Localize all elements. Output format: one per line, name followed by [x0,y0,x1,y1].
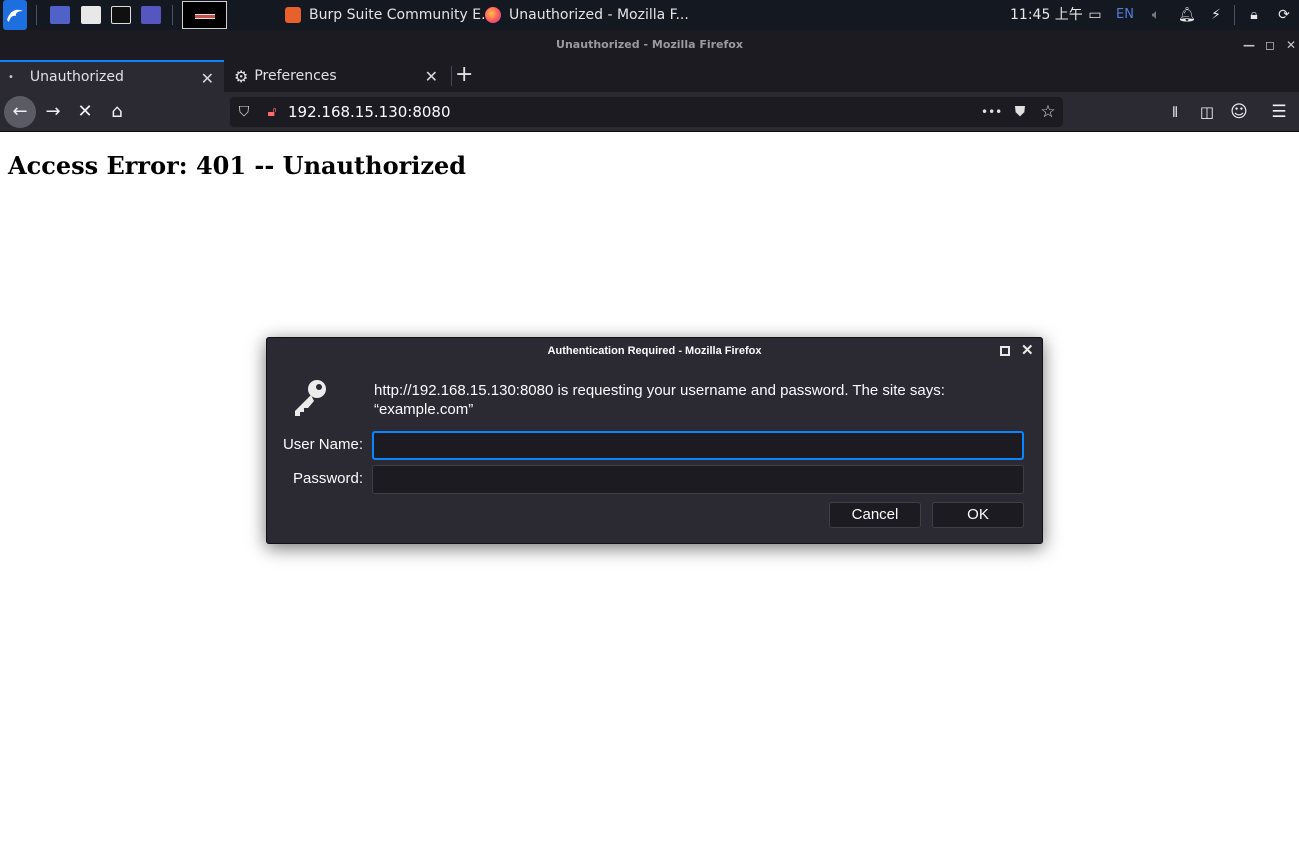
window-title: Unauthorized - Mozilla Firefox [556,38,743,51]
power-manager-icon[interactable]: ⚡︎ [1208,7,1224,23]
auth-message-line1: http://192.168.15.130:8080 is requesting… [374,382,945,399]
username-input[interactable] [372,431,1024,460]
url-bar[interactable]: ⛉ 🔓︎ 192.168.15.130:8080 ••• ⛊ ☆ [230,97,1063,127]
lock-screen-icon[interactable]: 🔒︎ [1246,7,1262,23]
error-heading: Access Error: 401 -- Unauthorized [8,151,467,180]
username-label: User Name: [282,436,363,453]
clock[interactable]: 11:45 上午 [1010,0,1083,30]
desktop-icon[interactable] [50,6,70,24]
tab-unauthorized[interactable]: • Unauthorized ✕ [0,60,224,92]
kali-menu-icon[interactable] [3,0,27,30]
system-panel: Burp Suite Community E... Unauthorized -… [0,0,1299,30]
logout-icon[interactable]: ⟳ [1276,7,1292,23]
home-button[interactable]: ⌂ [101,96,133,128]
forward-button[interactable]: → [37,96,69,128]
dialog-title: Authentication Required - Mozilla Firefo… [547,345,762,357]
terminal-icon[interactable] [111,6,131,24]
auth-message: http://192.168.15.130:8080 is requesting… [374,381,1014,419]
taskbar-item-label: Burp Suite Community E... [309,7,495,23]
new-tab-button[interactable]: + [455,62,473,87]
password-input[interactable] [372,465,1024,494]
account-icon[interactable]: ☺ [1223,96,1255,128]
stop-button[interactable]: ✕ [69,96,101,128]
sidebar-icon[interactable]: ◫ [1191,96,1223,128]
page-actions-icon[interactable]: ••• [981,102,1002,122]
back-button[interactable]: ← [4,96,36,128]
pocket-icon[interactable]: ⛊ [1010,102,1030,122]
volume-icon[interactable]: 🔈︎ [1148,7,1164,23]
taskbar-item-firefox[interactable]: Unauthorized - Mozilla F... [485,0,689,30]
close-window-icon[interactable]: ✕ [1286,30,1296,60]
cancel-button[interactable]: Cancel [829,502,921,528]
tab-label: Preferences [254,68,337,84]
screen-recorder-icon[interactable] [141,6,161,24]
dialog-close-icon[interactable]: ✕ [1021,341,1034,359]
notifications-icon[interactable]: 🔔︎ [1178,7,1196,23]
maximize-icon[interactable]: ◻ [1265,30,1275,60]
taskbar-item-burp[interactable]: Burp Suite Community E... [285,0,494,30]
burp-icon [285,7,301,23]
url-text[interactable]: 192.168.15.130:8080 [288,97,451,127]
dialog-maximize-icon[interactable] [1000,346,1010,356]
keyboard-layout[interactable]: EN [1116,0,1134,30]
auth-message-line2: “example.com” [374,401,474,418]
taskbar-item-label: Unauthorized - Mozilla F... [509,7,689,23]
window-titlebar: Unauthorized - Mozilla Firefox — ◻ ✕ [0,30,1299,60]
ok-button[interactable]: OK [932,502,1024,528]
app-menu-icon[interactable]: ☰ [1263,96,1295,128]
close-tab-icon[interactable]: ✕ [201,69,214,88]
loading-dot-icon: • [8,71,14,83]
library-icon[interactable]: 𝍪 [1159,96,1191,128]
display-icon[interactable]: ▭ [1087,7,1103,23]
firefox-icon [485,7,501,23]
tab-label: Unauthorized [29,69,124,85]
file-manager-icon[interactable] [81,6,101,24]
navigation-toolbar: ← → ✕ ⌂ ⛉ 🔓︎ 192.168.15.130:8080 ••• ⛊ ☆… [0,92,1299,132]
auth-dialog: Authentication Required - Mozilla Firefo… [266,337,1043,544]
key-icon [295,380,326,416]
workspace-switcher[interactable] [182,1,227,29]
gear-icon: ⚙ [234,66,249,86]
close-tab-icon[interactable]: ✕ [425,67,438,86]
bookmark-star-icon[interactable]: ☆ [1038,102,1058,122]
tracking-protection-shield-icon[interactable]: ⛉ [234,102,254,122]
tab-bar: • Unauthorized ✕ ⚙ Preferences ✕ + [0,60,1299,92]
tab-preferences[interactable]: ⚙ Preferences ✕ [226,60,448,92]
insecure-connection-icon[interactable]: 🔓︎ [262,102,282,122]
password-label: Password: [292,470,363,487]
minimize-icon[interactable]: — [1243,30,1255,60]
